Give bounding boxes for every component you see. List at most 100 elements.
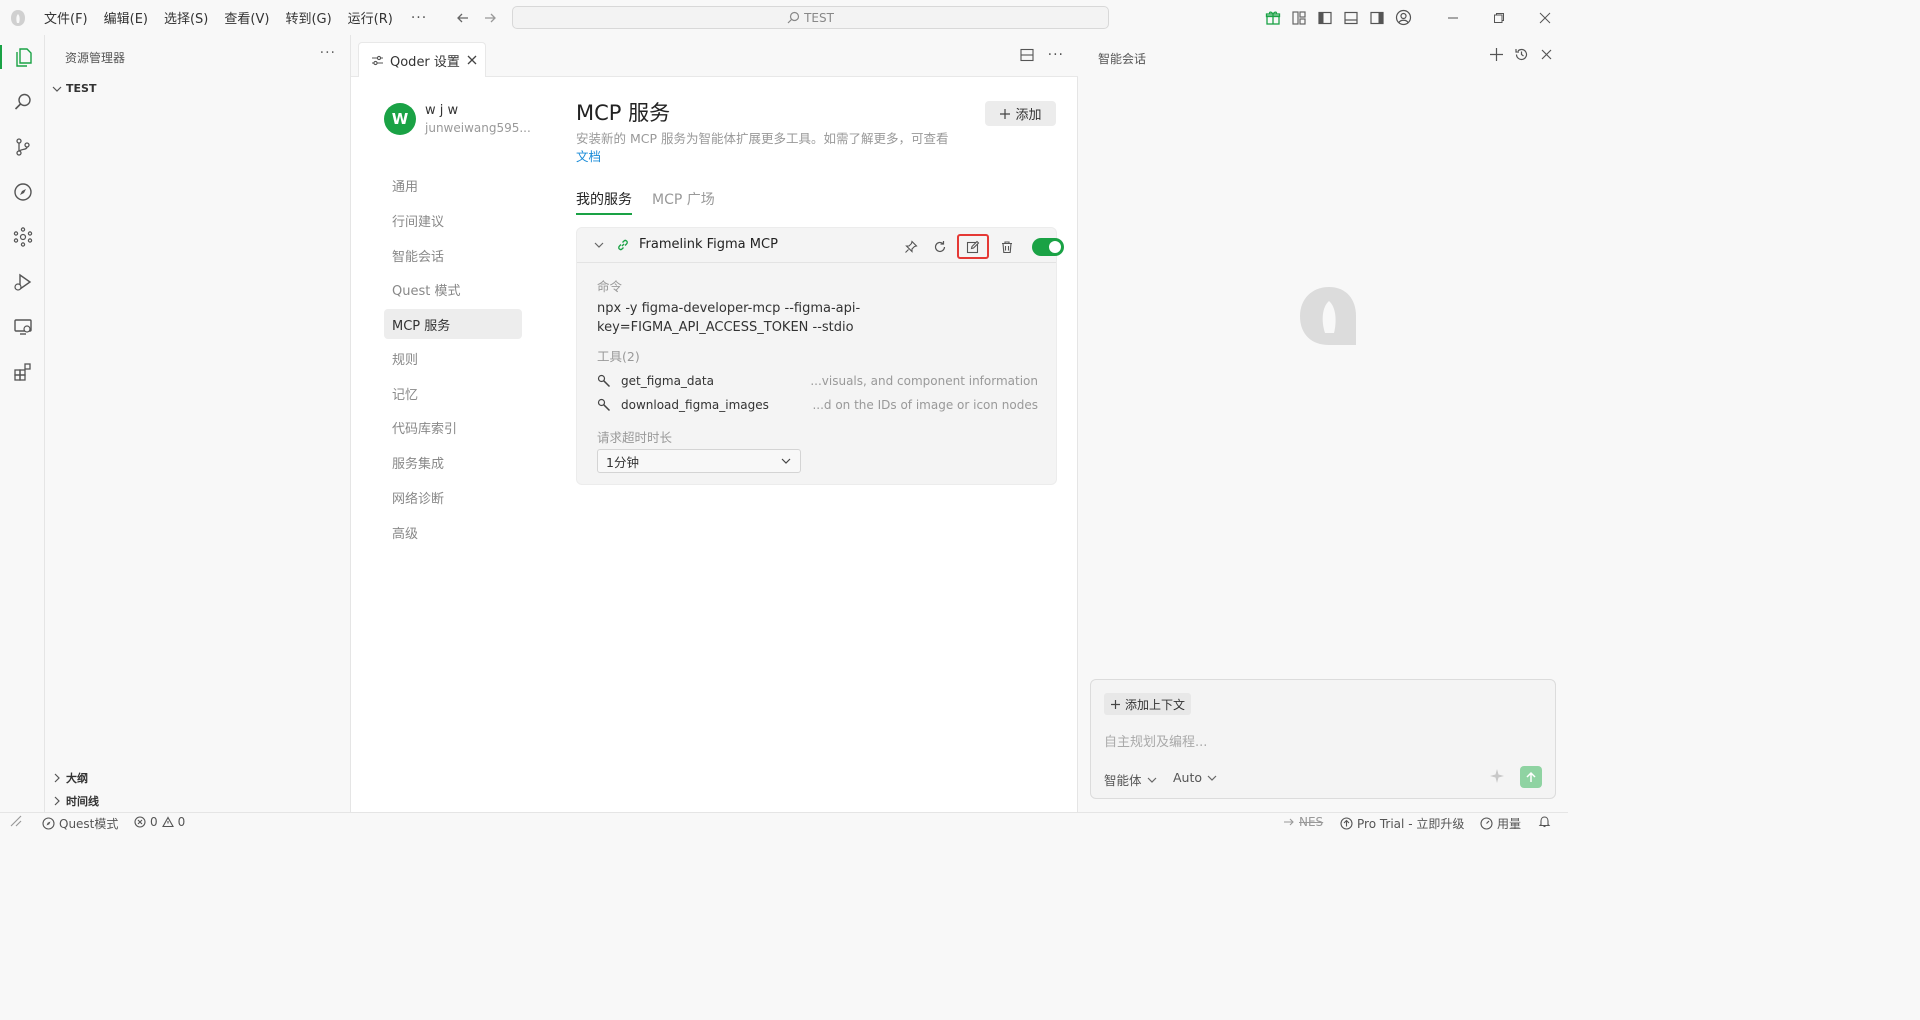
error-count: 0 <box>150 815 158 829</box>
title-actions <box>1260 0 1568 35</box>
remote-explorer-icon[interactable] <box>0 307 45 347</box>
send-button[interactable] <box>1520 766 1542 788</box>
mcp-server-card: Framelink Figma MCP 命令 npx -y figma-deve… <box>576 227 1064 485</box>
model-label: Auto <box>1173 770 1203 785</box>
tab-my-services[interactable]: 我的服务 <box>576 189 632 215</box>
toggle-secondary-sidebar-icon[interactable] <box>1364 5 1390 31</box>
agent-mode-label: 智能体 <box>1104 773 1142 788</box>
back-arrow-icon[interactable] <box>453 8 473 28</box>
menu-view[interactable]: 查看(V) <box>216 8 277 27</box>
source-control-icon[interactable] <box>0 127 45 167</box>
history-icon[interactable] <box>1514 47 1529 62</box>
settings-nav-memory[interactable]: 记忆 <box>384 378 522 408</box>
editor-more-button[interactable]: ··· <box>1048 47 1064 63</box>
settings-nav-chat[interactable]: 智能会话 <box>384 240 522 270</box>
settings-nav-quest-mode[interactable]: Quest 模式 <box>384 274 522 304</box>
mcp-enabled-toggle[interactable] <box>1032 237 1064 256</box>
split-editor-icon[interactable] <box>1020 48 1034 62</box>
compass-quest-icon[interactable] <box>0 172 45 212</box>
search-icon <box>787 11 800 24</box>
timeline-label: 时间线 <box>66 795 99 808</box>
settings-nav-mcp[interactable]: MCP 服务 <box>384 309 522 339</box>
menu-file[interactable]: 文件(F) <box>36 8 96 27</box>
close-tab-icon[interactable] <box>466 54 478 66</box>
status-bar: Quest模式 0 0 NES Pro Trial - 立即升级 用量 <box>0 812 1568 833</box>
chevron-down-icon[interactable] <box>593 239 605 251</box>
settings-nav-general[interactable]: 通用 <box>384 170 522 200</box>
activity-bar <box>0 35 45 812</box>
menu-run[interactable]: 运行(R) <box>340 8 401 27</box>
refresh-icon[interactable] <box>928 235 951 258</box>
settings-nav-integrations[interactable]: 服务集成 <box>384 447 522 477</box>
remote-indicator-icon[interactable] <box>10 815 22 827</box>
settings-nav-rules[interactable]: 规则 <box>384 343 522 373</box>
agent-mode-dropdown[interactable]: 智能体 <box>1104 770 1158 789</box>
settings-nav-codebase-index[interactable]: 代码库索引 <box>384 412 522 442</box>
pro-trial-status[interactable]: Pro Trial - 立即升级 <box>1340 815 1464 832</box>
sparkle-icon[interactable] <box>1489 768 1505 784</box>
add-mcp-button[interactable]: 添加 <box>985 101 1056 126</box>
outline-section[interactable]: 大纲 <box>51 770 88 786</box>
explorer-files-icon[interactable] <box>0 37 45 77</box>
new-chat-plus-icon[interactable] <box>1489 47 1504 62</box>
command-center-search[interactable]: TEST <box>512 6 1109 29</box>
timeout-select[interactable]: 1分钟 <box>597 449 801 473</box>
settings-nav-advanced[interactable]: 高级 <box>384 517 522 547</box>
tab-qoder-settings[interactable]: Qoder 设置 <box>358 42 486 77</box>
quest-mode-status[interactable]: Quest模式 <box>42 815 118 832</box>
tool-description: ...d on the IDs of image or icon nodes <box>812 398 1038 412</box>
close-window-icon[interactable] <box>1522 0 1568 35</box>
docs-link[interactable]: 文档 <box>576 149 601 164</box>
settings-editor: Qoder 设置 ··· W w j w junweiwang595... 通用… <box>351 35 1078 812</box>
nes-status[interactable]: NES <box>1283 815 1323 829</box>
avatar[interactable]: W <box>384 103 416 135</box>
trash-icon[interactable] <box>995 235 1018 258</box>
settings-nav-inline-suggestions[interactable]: 行间建议 <box>384 205 522 235</box>
toggle-primary-sidebar-icon[interactable] <box>1312 5 1338 31</box>
layout-customize-icon[interactable] <box>1286 5 1312 31</box>
search-icon[interactable] <box>0 82 45 122</box>
extensions-graph-icon[interactable] <box>0 217 45 257</box>
menu-go[interactable]: 转到(G) <box>277 8 339 27</box>
chat-input-box[interactable]: 添加上下文 自主规划及编程... 智能体 Auto <box>1090 679 1556 799</box>
mcp-server-header[interactable]: Framelink Figma MCP <box>577 228 1064 263</box>
qoder-logo-icon <box>1298 285 1360 347</box>
menu-selection[interactable]: 选择(S) <box>156 8 216 27</box>
account-icon[interactable] <box>1390 5 1416 31</box>
model-dropdown[interactable]: Auto <box>1173 770 1218 785</box>
bell-icon[interactable] <box>1538 815 1551 828</box>
problems-status[interactable]: 0 0 <box>134 815 185 829</box>
usage-label: 用量 <box>1497 817 1522 831</box>
gift-icon[interactable] <box>1260 5 1286 31</box>
page-title: MCP 服务 <box>576 101 671 125</box>
folder-test-row[interactable]: TEST <box>51 82 96 95</box>
forward-arrow-icon[interactable] <box>480 8 500 28</box>
run-debug-icon[interactable] <box>0 262 45 302</box>
link-icon <box>616 238 630 252</box>
chevron-down-icon <box>1146 774 1158 786</box>
pin-icon[interactable] <box>899 235 922 258</box>
minimize-window-icon[interactable] <box>1430 0 1476 35</box>
mcp-description-text: 安装新的 MCP 服务为智能体扩展更多工具。如需了解更多，可查看 <box>576 131 949 146</box>
profile-email: junweiwang595... <box>425 121 531 135</box>
restore-window-icon[interactable] <box>1476 0 1522 35</box>
menu-edit[interactable]: 编辑(E) <box>96 8 156 27</box>
explorer-more-button[interactable]: ··· <box>320 45 336 61</box>
edit-icon[interactable] <box>957 234 989 259</box>
tool-name: download_figma_images <box>621 398 769 412</box>
add-context-label: 添加上下文 <box>1125 697 1186 712</box>
warning-icon <box>161 816 174 828</box>
extensions-icon[interactable] <box>0 352 45 392</box>
chat-input-placeholder[interactable]: 自主规划及编程... <box>1104 731 1207 750</box>
close-icon[interactable] <box>1539 47 1554 62</box>
outline-label: 大纲 <box>66 772 88 785</box>
settings-nav-network[interactable]: 网络诊断 <box>384 482 522 512</box>
menu-more-button[interactable]: ··· <box>401 10 437 26</box>
add-context-button[interactable]: 添加上下文 <box>1104 693 1192 715</box>
tab-mcp-square[interactable]: MCP 广场 <box>652 189 715 215</box>
toggle-panel-icon[interactable] <box>1338 5 1364 31</box>
menu-bar: 文件(F) 编辑(E) 选择(S) 查看(V) 转到(G) 运行(R) ··· <box>36 0 437 35</box>
timeline-section[interactable]: 时间线 <box>51 793 99 809</box>
usage-status[interactable]: 用量 <box>1480 815 1521 832</box>
folder-name: TEST <box>66 82 97 95</box>
